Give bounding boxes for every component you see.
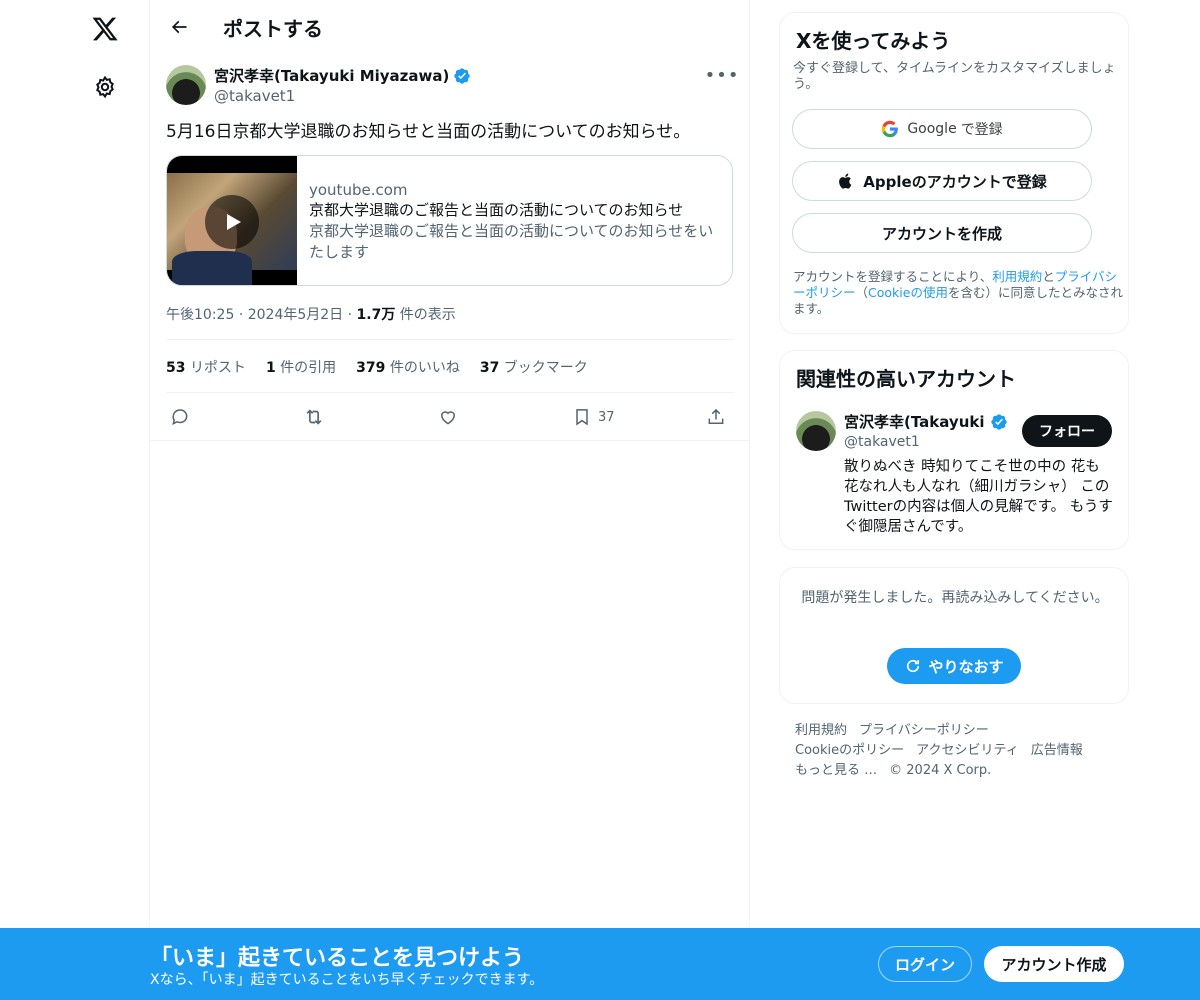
page-header: ポストする (150, 0, 750, 53)
meta-separator: · (238, 307, 248, 323)
footer-accessibility-link[interactable]: アクセシビリティ (916, 743, 1019, 758)
bookmarks-count: 37 (479, 360, 500, 376)
bookmark-button[interactable]: 37 (572, 402, 615, 432)
post-author: 宮沢孝幸(Takayuki Miyazawa) @takavet1 ••• (166, 63, 739, 107)
video-thumbnail[interactable] (167, 156, 297, 285)
gear-icon[interactable] (84, 66, 126, 108)
verified-badge-icon (991, 414, 1007, 430)
google-signup-button[interactable]: Google で登録 (792, 109, 1092, 149)
login-button[interactable]: ログイン (878, 946, 972, 982)
apple-icon (839, 173, 852, 189)
terms-link[interactable]: 利用規約 (992, 269, 1042, 284)
post-actions: 37 (166, 400, 734, 434)
bookmark-icon (576, 409, 588, 426)
bookmark-count: 37 (598, 409, 615, 425)
quotes-stat[interactable]: 1 件の引用 (266, 357, 336, 377)
legal-text: （ (855, 285, 869, 300)
legal-notice: アカウントを登録することにより、利用規約とプライバシーポリシー（Cookieの使… (793, 269, 1123, 317)
meta-separator: · (347, 307, 357, 323)
follow-button[interactable]: フォロー (1022, 415, 1112, 447)
google-brand: Google (907, 121, 957, 137)
x-logo-icon[interactable] (84, 8, 126, 50)
related-account-name[interactable]: 宮沢孝幸(Takayuki Miyazawa) (844, 411, 989, 432)
footer-ads-link[interactable]: 広告情報 (1031, 743, 1083, 758)
create-account-label: アカウントを作成 (881, 224, 1002, 243)
link-card[interactable]: youtube.com 京都大学退職のご報告と当面の活動についてのお知らせ 京都… (166, 155, 733, 286)
create-account-button[interactable]: アカウントを作成 (792, 213, 1092, 253)
share-icon[interactable] (706, 402, 726, 432)
reposts-label: リポスト (189, 360, 246, 376)
retry-button[interactable]: やりなおす (887, 648, 1021, 684)
signup-title: Xを使ってみよう (796, 29, 951, 53)
reply-icon[interactable] (170, 402, 190, 432)
repost-icon[interactable] (303, 402, 325, 432)
cookie-link[interactable]: Cookieの使用 (868, 285, 948, 300)
author-name-row[interactable]: 宮沢孝幸(Takayuki Miyazawa) (214, 65, 471, 86)
card-description: 京都大学退職のご報告と当面の活動についてのお知らせをいたします (309, 222, 714, 261)
footer-links: 利用規約 プライバシーポリシー Cookieのポリシー アクセシビリティ 広告情報 も… (795, 721, 1115, 781)
post-meta: 午後10:25 · 2024年5月2日 · 1.7万 件の表示 (166, 304, 456, 324)
like-icon[interactable] (438, 402, 458, 432)
likes-count: 379 (356, 360, 386, 376)
main-column: ポストする 宮沢孝幸(Takayuki Miyazawa) @takavet1 … (149, 0, 750, 1000)
divider (166, 339, 734, 340)
banner-title: 「いま」起きていることを見つけよう (150, 946, 525, 971)
signup-box: Xを使ってみよう 今すぐ登録して、タイムラインをカスタマイズしましょう。 Goo… (779, 12, 1129, 334)
card-title: 京都大学退職のご報告と当面の活動についてのお知らせ (309, 201, 684, 219)
google-signup-label: で登録 (960, 122, 1003, 138)
related-accounts-box: 関連性の高いアカウント 宮沢孝幸(Takayuki Miyazawa) @tak… (779, 350, 1129, 550)
author-handle[interactable]: @takavet1 (214, 87, 295, 105)
bookmarks-label: ブックマーク (503, 360, 588, 376)
apple-signup-button[interactable]: Appleのアカウントで登録 (792, 161, 1092, 201)
refresh-icon (907, 659, 920, 673)
likes-stat[interactable]: 379 件のいいね (356, 357, 460, 377)
author-name[interactable]: 宮沢孝幸(Takayuki Miyazawa) (214, 65, 449, 86)
page-title: ポストする (223, 17, 323, 41)
verified-badge-icon (454, 67, 471, 84)
divider (150, 440, 750, 441)
related-account-handle[interactable]: @takavet1 (844, 434, 920, 450)
quotes-label: 件の引用 (280, 360, 337, 376)
footer-copyright: © 2024 X Corp. (889, 763, 992, 778)
reposts-count: 53 (166, 360, 186, 376)
footer-more-link[interactable]: もっと見る … (795, 763, 877, 778)
views-count: 1.7万 (356, 307, 396, 323)
error-box: 問題が発生しました。再読み込みしてください。 やりなおす (779, 567, 1129, 704)
google-icon (882, 120, 899, 138)
footer-terms-link[interactable]: 利用規約 (795, 723, 847, 738)
legal-text: と (1042, 269, 1055, 284)
footer-cookie-link[interactable]: Cookieのポリシー (795, 743, 904, 758)
play-icon[interactable] (205, 195, 259, 249)
related-title: 関連性の高いアカウント (796, 367, 1016, 391)
error-message: 問題が発生しました。再読み込みしてください。 (801, 590, 1109, 606)
footer-privacy-link[interactable]: プライバシーポリシー (859, 723, 989, 738)
apple-signup-label: Appleのアカウントで登録 (863, 172, 1047, 191)
left-nav (0, 0, 150, 1000)
thumbnail-body (172, 251, 252, 285)
banner-signup-button[interactable]: アカウント作成 (984, 946, 1124, 982)
card-domain: youtube.com (309, 181, 408, 199)
card-body: youtube.com 京都大学退職のご報告と当面の活動についてのお知らせ 京都… (309, 180, 719, 263)
signup-subtitle: 今すぐ登録して、タイムラインをカスタマイズしましょう。 (793, 61, 1116, 92)
avatar[interactable] (796, 411, 836, 451)
likes-label: 件のいいね (389, 360, 460, 376)
post-time[interactable]: 午後10:25 (166, 307, 234, 323)
more-options-icon[interactable]: ••• (705, 63, 739, 87)
post-stats: 53 リポスト 1 件の引用 379 件のいいね 37 ブックマーク (166, 357, 588, 377)
reposts-stat[interactable]: 53 リポスト (166, 357, 246, 377)
avatar[interactable] (166, 65, 206, 105)
post-text: 5月16日京都大学退職のお知らせと当面の活動についてのお知らせ。 (166, 122, 691, 142)
quotes-count: 1 (265, 360, 276, 376)
retry-label: やりなおす (928, 657, 1004, 676)
back-arrow-icon[interactable] (162, 10, 196, 44)
views-label: 件の表示 (399, 307, 456, 323)
related-account-bio: 散りぬべき 時知りてこそ世の中の 花も花なれ人も人なれ（細川ガラシャ） このTw… (844, 459, 1113, 535)
bottom-banner: 「いま」起きていることを見つけよう Xなら、「いま」起きていることをいち早くチェ… (0, 928, 1200, 1000)
legal-text: アカウントを登録することにより、 (793, 269, 993, 284)
bookmarks-stat[interactable]: 37 ブックマーク (480, 357, 588, 377)
post-date[interactable]: 2024年5月2日 (248, 307, 343, 323)
divider (166, 392, 734, 393)
banner-subtitle: Xなら、「いま」起きていることをいち早くチェックできます。 (150, 972, 544, 988)
